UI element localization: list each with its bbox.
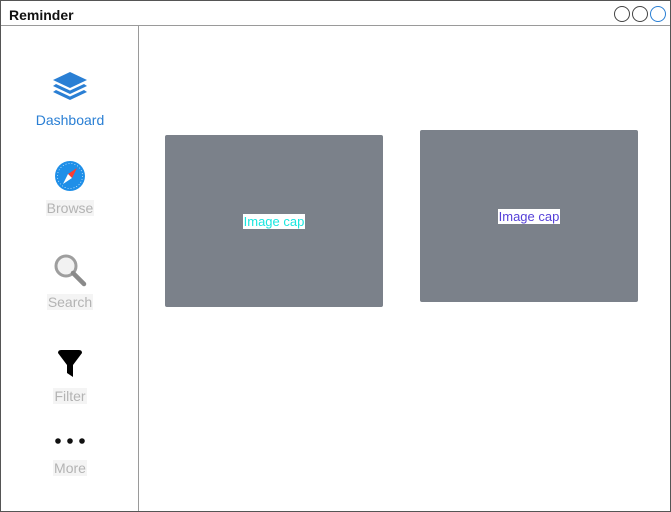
image-card-1[interactable]: Image cap — [165, 135, 383, 307]
sidebar-item-label: More — [53, 460, 87, 476]
layers-icon — [50, 68, 90, 108]
sidebar-item-dashboard[interactable]: Dashboard — [1, 68, 139, 128]
search-icon — [50, 250, 90, 290]
sidebar-item-label: Search — [46, 294, 94, 310]
title-bar: Reminder — [1, 1, 670, 26]
sidebar-item-search[interactable]: Search — [1, 250, 139, 310]
image-caption: Image cap — [242, 213, 306, 229]
sidebar-item-label: Browse — [45, 200, 95, 216]
window-control-button-3[interactable] — [650, 6, 666, 22]
app-window: Reminder Dashboard Browse Search Filter … — [0, 0, 671, 512]
window-title: Reminder — [9, 7, 74, 23]
filter-icon — [50, 344, 90, 384]
more-icon — [50, 426, 90, 456]
window-control-button-1[interactable] — [614, 6, 630, 22]
window-controls — [614, 6, 666, 22]
sidebar-item-label: Dashboard — [35, 112, 105, 128]
image-caption: Image cap — [497, 208, 561, 224]
sidebar-item-more[interactable]: More — [1, 426, 139, 476]
sidebar-item-filter[interactable]: Filter — [1, 344, 139, 404]
image-card-2[interactable]: Image cap — [420, 130, 638, 302]
sidebar: Dashboard Browse Search Filter More — [1, 26, 139, 511]
window-control-button-2[interactable] — [632, 6, 648, 22]
compass-icon — [50, 156, 90, 196]
main-content: Image cap Image cap — [139, 26, 670, 511]
sidebar-item-browse[interactable]: Browse — [1, 156, 139, 216]
sidebar-item-label: Filter — [53, 388, 87, 404]
